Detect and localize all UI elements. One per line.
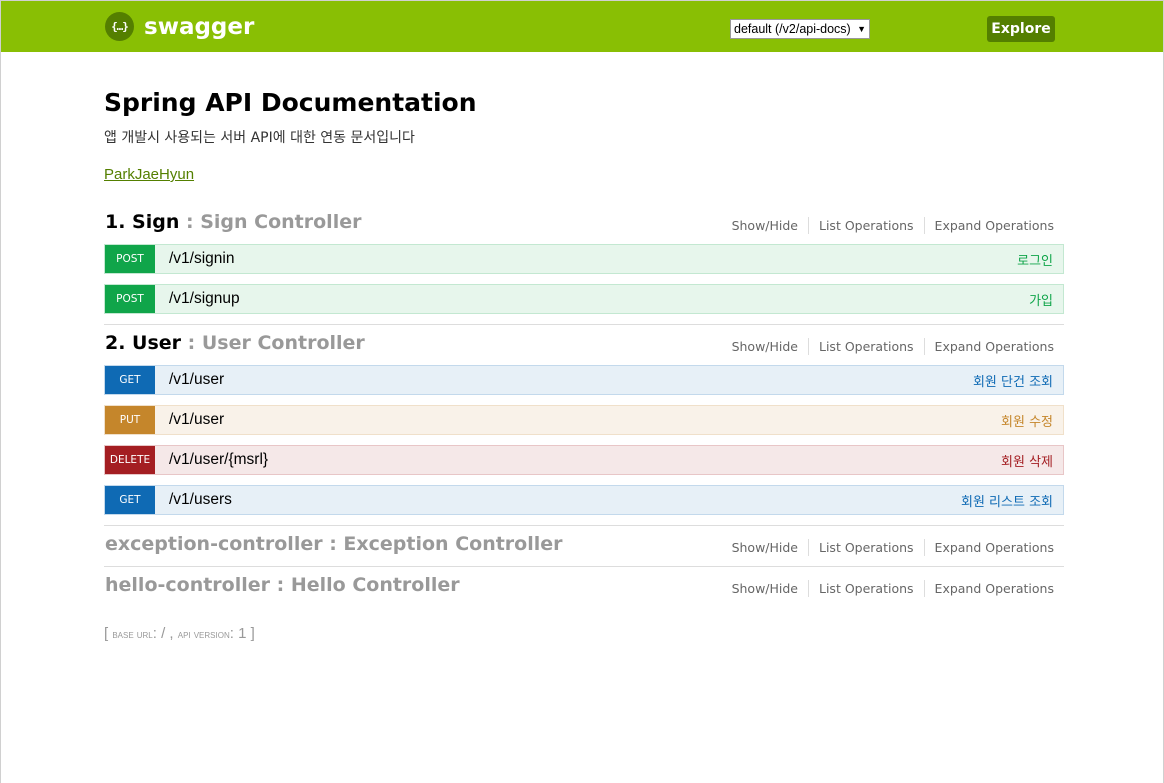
swagger-logo[interactable]: {…} swagger <box>105 12 254 41</box>
api-version-label: api version <box>177 629 230 641</box>
top-bar: {…} swagger default (/v2/api-docs) ▼ Exp… <box>1 0 1163 52</box>
show-hide-link[interactable]: Show/Hide <box>722 539 809 556</box>
operation-summary[interactable]: 회원 수정 <box>1001 411 1053 430</box>
expand-operations-link[interactable]: Expand Operations <box>925 338 1054 355</box>
method-badge: DELETE <box>105 446 155 474</box>
show-hide-link[interactable]: Show/Hide <box>722 338 809 355</box>
operation-row[interactable]: PUT /v1/user 회원 수정 <box>104 405 1064 435</box>
method-badge: POST <box>105 285 155 313</box>
list-operations-link[interactable]: List Operations <box>809 217 925 234</box>
operation-path[interactable]: /v1/signup <box>169 290 240 308</box>
operation-path[interactable]: /v1/users <box>169 491 232 509</box>
base-url-label: base url <box>112 629 153 641</box>
explore-button[interactable]: Explore <box>987 16 1055 42</box>
resource-heading: 1. Sign : Sign Controller Show/Hide List… <box>104 207 1064 241</box>
method-badge: GET <box>105 366 155 394</box>
resource-title[interactable]: exception-controller : Exception Control… <box>105 533 563 555</box>
show-hide-link[interactable]: Show/Hide <box>722 580 809 597</box>
base-url-value: : / , <box>152 625 178 642</box>
show-hide-link[interactable]: Show/Hide <box>722 217 809 234</box>
operation-summary[interactable]: 회원 리스트 조회 <box>961 491 1053 510</box>
resource-name: 1. Sign <box>105 211 180 233</box>
resource-name: 2. User <box>105 332 182 354</box>
operation-summary[interactable]: 회원 삭제 <box>1001 451 1053 470</box>
resource-name: hello-controller <box>105 574 271 596</box>
author-link[interactable]: ParkJaeHyun <box>104 166 194 183</box>
page-title: Spring API Documentation <box>104 88 477 117</box>
resource-exception-controller: exception-controller : Exception Control… <box>104 529 1064 563</box>
resource-links: Show/Hide List Operations Expand Operati… <box>722 338 1054 355</box>
page-description: 앱 개발시 사용되는 서버 API에 대한 연동 문서입니다 <box>104 130 415 146</box>
operation-path[interactable]: /v1/user <box>169 371 224 389</box>
resource-user: 2. User : User Controller Show/Hide List… <box>104 328 1064 515</box>
logo-text: swagger <box>144 13 255 40</box>
chevron-down-icon: ▼ <box>857 24 866 34</box>
operation-path[interactable]: /v1/user/{msrl} <box>169 451 268 469</box>
resource-desc: : Sign Controller <box>179 211 362 233</box>
resource-desc: : Hello Controller <box>270 574 460 596</box>
method-badge: GET <box>105 486 155 514</box>
operation-summary[interactable]: 가입 <box>1029 290 1053 309</box>
operation-path[interactable]: /v1/user <box>169 411 224 429</box>
resource-links: Show/Hide List Operations Expand Operati… <box>722 539 1054 556</box>
expand-operations-link[interactable]: Expand Operations <box>925 539 1054 556</box>
api-spec-select[interactable]: default (/v2/api-docs) ▼ <box>730 19 870 39</box>
resource-hello-controller: hello-controller : Hello Controller Show… <box>104 570 1064 604</box>
operation-summary[interactable]: 회원 단건 조회 <box>973 371 1053 390</box>
api-info-footer: [ base url: / , api version: 1 ] <box>104 625 255 642</box>
resource-desc: : User Controller <box>181 332 365 354</box>
resource-title[interactable]: hello-controller : Hello Controller <box>105 574 460 596</box>
list-operations-link[interactable]: List Operations <box>809 580 925 597</box>
resource-sign: 1. Sign : Sign Controller Show/Hide List… <box>104 207 1064 314</box>
operation-row[interactable]: GET /v1/users 회원 리스트 조회 <box>104 485 1064 515</box>
operation-row[interactable]: GET /v1/user 회원 단건 조회 <box>104 365 1064 395</box>
operation-row[interactable]: POST /v1/signin 로그인 <box>104 244 1064 274</box>
resource-links: Show/Hide List Operations Expand Operati… <box>722 217 1054 234</box>
method-badge: PUT <box>105 406 155 434</box>
api-select-value: default (/v2/api-docs) <box>734 22 851 36</box>
resource-heading: hello-controller : Hello Controller Show… <box>104 570 1064 604</box>
resource-title[interactable]: 1. Sign : Sign Controller <box>105 211 361 233</box>
resource-heading: 2. User : User Controller Show/Hide List… <box>104 328 1064 362</box>
operation-path[interactable]: /v1/signin <box>169 250 234 268</box>
operation-summary[interactable]: 로그인 <box>1017 250 1053 269</box>
resource-desc: : Exception Controller <box>322 533 563 555</box>
resource-links: Show/Hide List Operations Expand Operati… <box>722 580 1054 597</box>
resource-heading: exception-controller : Exception Control… <box>104 529 1064 563</box>
method-badge: POST <box>105 245 155 273</box>
divider <box>104 566 1064 567</box>
operation-row[interactable]: POST /v1/signup 가입 <box>104 284 1064 314</box>
swagger-logo-icon: {…} <box>105 12 134 41</box>
expand-operations-link[interactable]: Expand Operations <box>925 217 1054 234</box>
expand-operations-link[interactable]: Expand Operations <box>925 580 1054 597</box>
api-version-value: : 1 ] <box>229 625 255 642</box>
resource-name: exception-controller <box>105 533 323 555</box>
list-operations-link[interactable]: List Operations <box>809 539 925 556</box>
resource-title[interactable]: 2. User : User Controller <box>105 332 365 354</box>
list-operations-link[interactable]: List Operations <box>809 338 925 355</box>
divider <box>104 525 1064 526</box>
operation-row[interactable]: DELETE /v1/user/{msrl} 회원 삭제 <box>104 445 1064 475</box>
divider <box>104 324 1064 325</box>
